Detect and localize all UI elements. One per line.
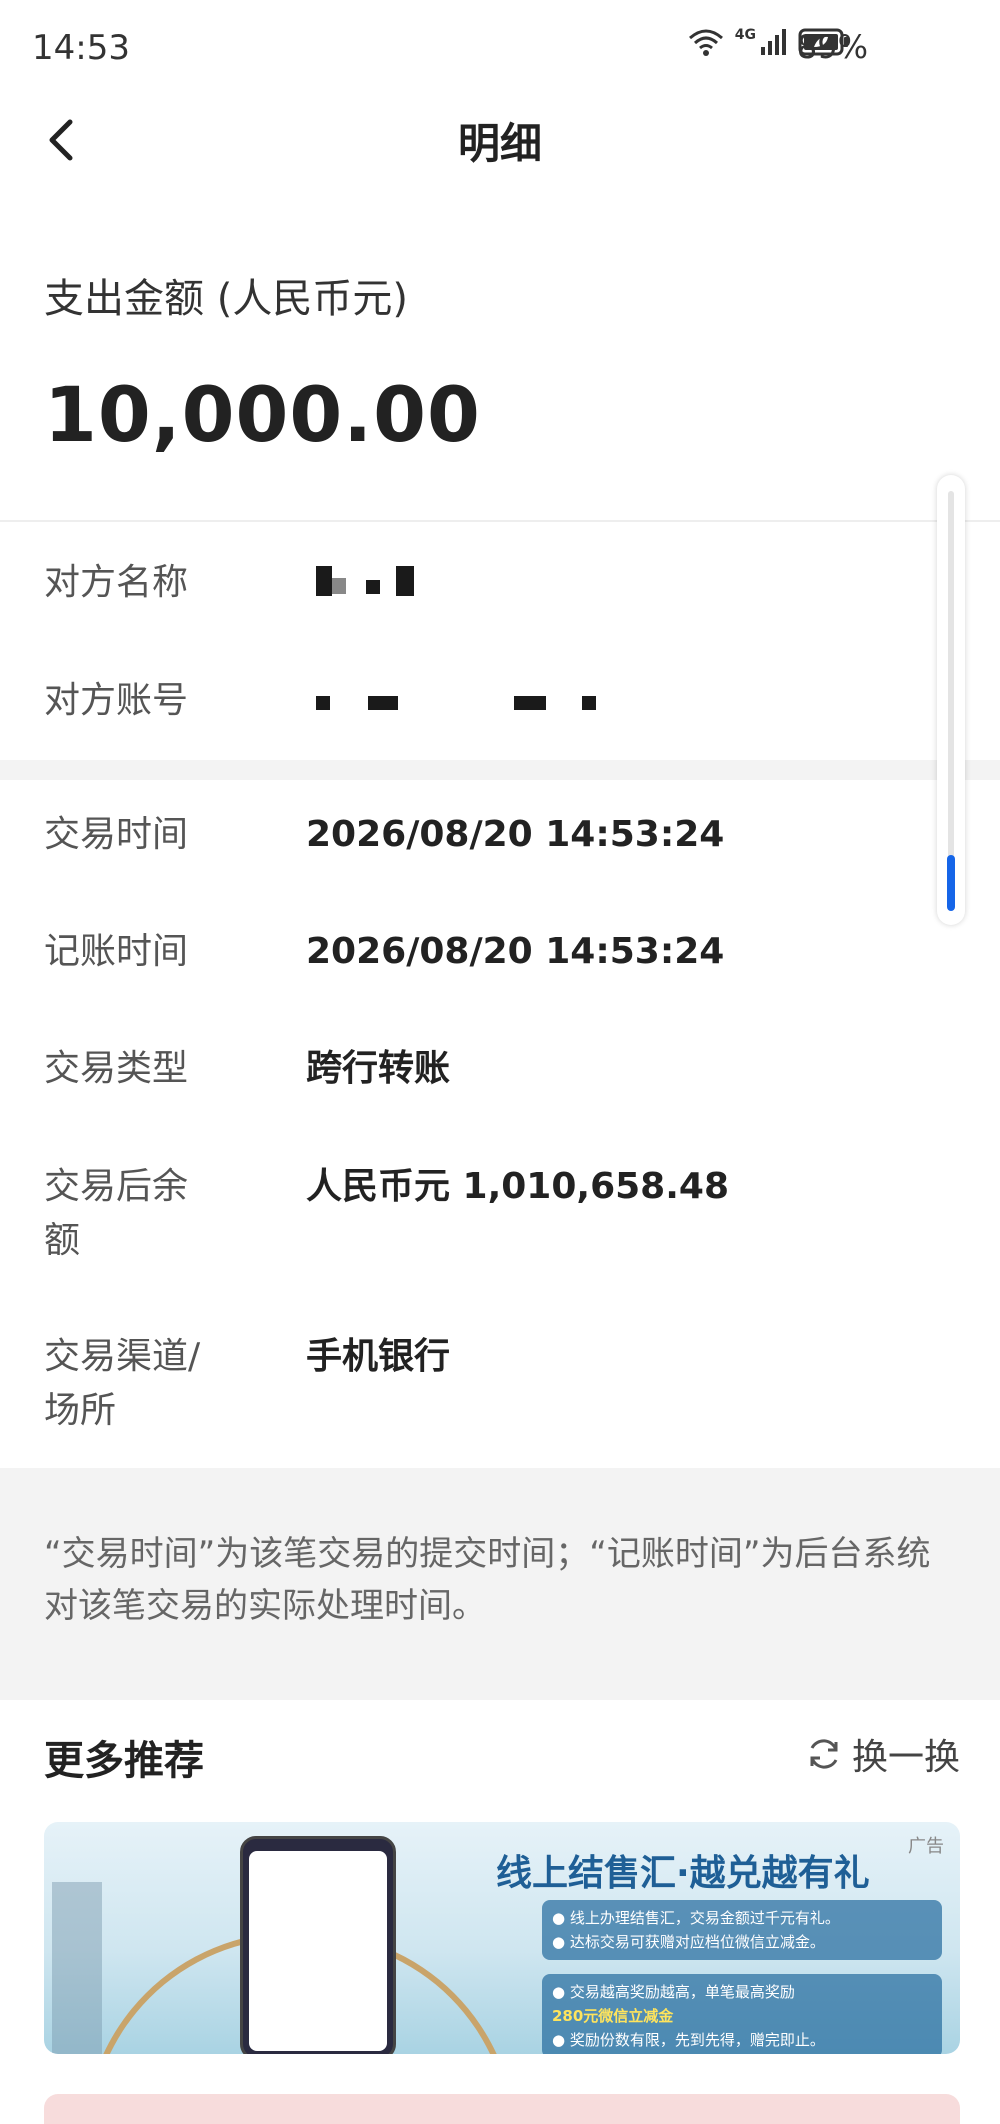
detail-label-posting-time: 记账时间 [44,931,189,972]
detail-value-transaction-time: 2026/08/20 14:53:24 [306,814,725,855]
section-separator [0,760,1000,780]
signal-icon [761,29,786,55]
refresh-label: 换一换 [851,1737,960,1778]
recommend-title: 更多推荐 [44,1738,204,1784]
detail-label-counterparty-name: 对方名称 [44,562,189,603]
phone-illustration [240,1836,396,2054]
title-bar: 明细 [0,100,1000,180]
detail-value-channel: 手机银行 [306,1336,451,1377]
refresh-icon [810,1739,838,1769]
wifi-icon [688,29,723,56]
scrollbar-thumb[interactable] [947,855,955,911]
next-banner-peek[interactable] [44,2094,960,2124]
battery-percent: 89% [796,28,868,66]
page-title: 明细 [457,119,542,168]
time-explanation-note: “交易时间”为该笔交易的提交时间；“记账时间”为后台系统对该笔交易的实际处理时间… [44,1534,931,1626]
tower-illustration [52,1882,102,2054]
detail-value-transaction-type: 跨行转账 [306,1048,451,1089]
ad-tag: 广告 [908,1836,944,1857]
banner-info-box-2: ● 交易越高奖励越高，单笔最高奖励 280元微信立减金 ● 奖励份数有限，先到先… [542,1974,942,2054]
detail-label-counterparty-account: 对方账号 [44,680,189,721]
status-time: 14:53 [32,28,130,68]
status-bar: 14:53 4G 89% [0,0,1000,100]
amount-value: 10,000.00 [44,370,481,459]
divider [0,520,1000,522]
detail-label-transaction-type: 交易类型 [44,1048,189,1089]
promo-banner[interactable]: 广告 线上结售汇·越兑越有礼 ● 线上办理结售汇，交易金额过千元有礼。 ● 达标… [44,1822,960,2054]
banner-info-box-1: ● 线上办理结售汇，交易金额过千元有礼。 ● 达标交易可获赠对应档位微信立减金。 [542,1900,942,1960]
network-type: 4G [734,27,756,43]
detail-value-balance-after: 人民币元 1,010,658.48 [306,1166,730,1207]
detail-label-transaction-time: 交易时间 [44,814,189,855]
refresh-button[interactable]: 换一换 [804,1728,960,1780]
amount-label: 支出金额 (人民币元) [44,276,408,322]
detail-value-posting-time: 2026/08/20 14:53:24 [306,931,725,972]
scrollbar-rail [948,491,954,909]
detail-label-balance-after: 交易后余额 [44,1166,189,1261]
banner-headline: 线上结售汇·越兑越有礼 [496,1853,870,1894]
detail-label-channel: 交易渠道/场所 [44,1336,201,1431]
scrollbar[interactable] [937,475,965,925]
